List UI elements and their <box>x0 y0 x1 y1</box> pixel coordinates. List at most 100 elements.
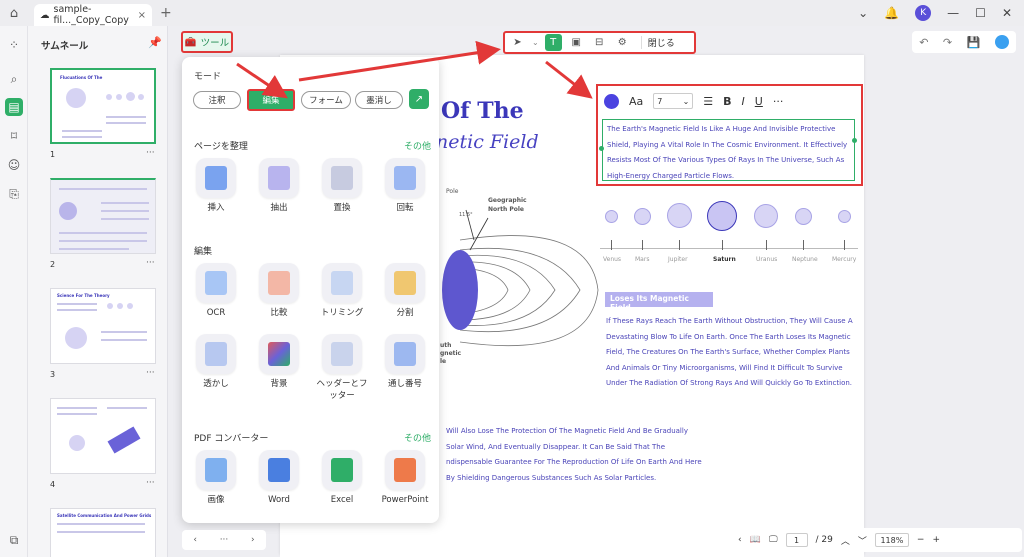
tool-label: PowerPoint <box>381 495 429 505</box>
export-icon[interactable]: ↗ <box>409 89 429 109</box>
underline-icon[interactable]: U <box>755 95 763 108</box>
pin-icon[interactable]: 📌 <box>148 36 162 49</box>
save-icon[interactable]: 💾 <box>967 36 981 49</box>
convert-more-link[interactable]: その他 <box>404 431 431 444</box>
split-icon <box>394 271 416 295</box>
thumbnail-page-5[interactable]: Satellite Communication And Power Grids <box>50 508 156 557</box>
mode-form[interactable]: フォーム <box>301 91 351 109</box>
more-options-button[interactable]: ··· <box>773 95 784 108</box>
chevron-down-icon[interactable]: ﹀ <box>858 534 867 547</box>
select-cursor-icon[interactable]: ➤ <box>509 34 526 51</box>
add-link-icon[interactable]: ⊟ <box>591 34 608 51</box>
grid-icon[interactable]: ⁘ <box>5 36 23 54</box>
page-subtitle[interactable]: netic Field <box>436 131 539 153</box>
bookmark-icon[interactable]: ⌑ <box>5 127 23 145</box>
powerpoint-file-icon <box>394 458 416 482</box>
thumbnail-page-3[interactable]: Science For The Theory <box>50 288 156 364</box>
mode-edit[interactable]: 編集 <box>247 89 295 111</box>
thumbnail-icon[interactable]: ▤ <box>5 98 23 116</box>
lower-paragraph[interactable]: Will Also Lose The Protection Of The Mag… <box>446 424 706 486</box>
tool-header-footer[interactable]: ヘッダーとフッター <box>314 334 370 402</box>
ai-icon[interactable]: ⧉ <box>5 531 23 549</box>
tool-to-excel[interactable]: Excel <box>314 450 370 506</box>
tools-button[interactable]: 🧰 ツール <box>181 31 233 53</box>
attachment-icon[interactable]: ⎘ <box>5 185 23 203</box>
minimize-icon[interactable]: — <box>947 6 959 20</box>
comment-icon[interactable]: ☺ <box>5 156 23 174</box>
thumbnail-more-button[interactable]: ··· <box>146 148 155 158</box>
avatar[interactable]: K <box>915 5 932 21</box>
thumbnail-page-4[interactable] <box>50 398 156 474</box>
tool-replace[interactable]: 置換 <box>314 158 370 214</box>
tool-compare[interactable]: 比較 <box>251 263 307 319</box>
document-tab[interactable]: ☁ sample-fil..._Copy_Copy × <box>34 4 152 26</box>
zoom-out-button[interactable]: − <box>917 535 925 545</box>
collapse-icon[interactable]: ‹ <box>738 535 742 545</box>
page-title[interactable]: Of The <box>441 98 524 124</box>
thumbnail-page-2[interactable] <box>50 178 156 254</box>
align-icon[interactable]: ☰ <box>703 95 713 108</box>
editable-text-block[interactable]: The Earth's Magnetic Field Is Like A Hug… <box>602 119 855 181</box>
home-icon[interactable]: ⌂ <box>0 0 28 26</box>
notification-icon[interactable]: 🔔 <box>884 6 899 20</box>
tool-extract[interactable]: 抽出 <box>251 158 307 214</box>
organize-more-link[interactable]: その他 <box>404 139 431 152</box>
chevron-down-icon[interactable]: ⌄ <box>532 38 539 47</box>
chevron-down-icon[interactable]: ⌄ <box>858 6 868 20</box>
tool-to-image[interactable]: 画像 <box>188 450 244 506</box>
resize-handle-left[interactable] <box>599 146 604 151</box>
close-edit-button[interactable]: 閉じる <box>640 36 675 49</box>
thumbnail-more-button[interactable]: ··· <box>146 478 155 488</box>
ai-assistant-icon[interactable] <box>994 35 1009 49</box>
cloud-icon: ☁ <box>40 9 50 21</box>
italic-icon[interactable]: I <box>742 95 745 108</box>
header-footer-icon <box>331 342 353 366</box>
tool-label: Excel <box>330 495 354 505</box>
presentation-icon[interactable]: 🖵 <box>769 535 778 545</box>
tool-crop[interactable]: トリミング <box>314 263 370 319</box>
tool-to-powerpoint[interactable]: PowerPoint <box>377 450 433 506</box>
tool-to-word[interactable]: Word <box>251 450 307 506</box>
font-family-button[interactable]: Aa <box>629 95 643 108</box>
mode-redact[interactable]: 墨消し <box>355 91 403 109</box>
reading-mode-icon[interactable]: 📖 <box>750 535 761 545</box>
tab-close-button[interactable]: × <box>138 10 146 21</box>
thumbnail-page-1[interactable]: Flucuations Of The <box>50 68 156 144</box>
tool-background[interactable]: 背景 <box>251 334 307 390</box>
settings-icon[interactable]: ⚙ <box>614 34 631 51</box>
panel-more-button[interactable]: ··· <box>220 535 229 545</box>
tool-ocr[interactable]: OCR <box>188 263 244 319</box>
add-image-icon[interactable]: ▣ <box>568 34 585 51</box>
planet-label: Mercury <box>832 256 857 263</box>
planet-tick <box>766 240 767 250</box>
search-icon[interactable]: ⌕ <box>5 70 23 88</box>
redo-icon[interactable]: ↷ <box>943 36 952 49</box>
zoom-level-select[interactable]: 118% <box>874 533 909 547</box>
chevron-left-icon[interactable]: ‹ <box>193 535 197 545</box>
tool-watermark[interactable]: 透かし <box>188 334 244 390</box>
tool-split[interactable]: 分割 <box>377 263 433 319</box>
new-tab-button[interactable]: + <box>160 5 172 21</box>
add-text-icon[interactable]: T <box>544 34 562 51</box>
mode-annotate[interactable]: 注釈 <box>193 91 241 109</box>
chevron-right-icon[interactable]: › <box>251 535 255 545</box>
section-heading[interactable]: Loses Its Magnetic Field <box>605 292 713 312</box>
bold-icon[interactable]: B <box>723 95 731 108</box>
resize-handle-right[interactable] <box>852 138 857 143</box>
tool-bates-number[interactable]: 通し番号 <box>377 334 433 390</box>
font-color-picker[interactable] <box>604 93 619 109</box>
maximize-icon[interactable]: ☐ <box>975 6 986 20</box>
page-number-input[interactable]: 1 <box>785 533 808 547</box>
chevron-up-icon[interactable]: ︿ <box>841 534 850 547</box>
tool-rotate[interactable]: 回転 <box>377 158 433 214</box>
zoom-in-button[interactable]: + <box>932 535 940 545</box>
tool-insert[interactable]: 挿入 <box>188 158 244 214</box>
undo-icon[interactable]: ↶ <box>919 36 928 49</box>
font-size-select[interactable]: 7 ⌄ <box>653 93 694 109</box>
tool-label: 置換 <box>333 203 351 213</box>
thumbnail-more-button[interactable]: ··· <box>146 258 155 268</box>
status-bar: ‹ 📖 🖵 1 / 29 ︿ ﹀ 118% − + <box>732 528 1022 552</box>
close-window-icon[interactable]: ✕ <box>1002 6 1012 20</box>
section-paragraph[interactable]: If These Rays Reach The Earth Without Ob… <box>606 314 854 392</box>
thumbnail-more-button[interactable]: ··· <box>146 368 155 378</box>
